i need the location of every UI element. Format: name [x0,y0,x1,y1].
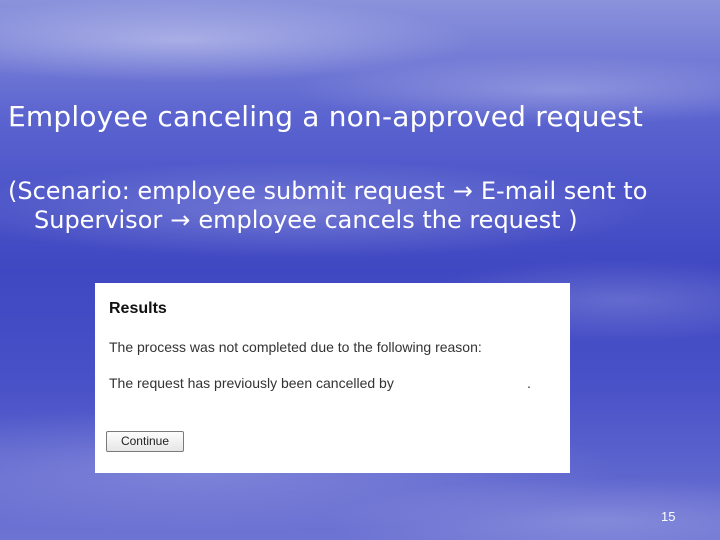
results-heading: Results [109,300,167,317]
results-reason-end: . [527,375,531,391]
scenario-text: (Scenario: employee submit request → E-mai… [8,177,708,235]
right-arrow-icon: → [170,206,191,234]
scenario-line-1: (Scenario: employee submit request → E-mai… [8,177,708,206]
scenario-line-1-prefix: (Scenario: employee submit request [8,177,445,205]
scenario-line-2-suffix: employee cancels the request ) [198,206,578,234]
scenario-line-2-prefix: Supervisor [34,206,163,234]
slide-title: Employee canceling a non-approved reques… [8,100,644,133]
scenario-line-2: Supervisor → employee cancels the request … [8,206,708,235]
results-reason: The request has previously been cancelle… [109,375,394,391]
page-number: 15 [661,509,676,524]
continue-button[interactable]: Continue [106,431,184,452]
scenario-line-1-suffix: E-mail sent to [480,177,648,205]
right-arrow-icon: → [452,177,473,205]
results-panel: Results The process was not completed du… [95,283,570,473]
results-message: The process was not completed due to the… [109,339,482,355]
